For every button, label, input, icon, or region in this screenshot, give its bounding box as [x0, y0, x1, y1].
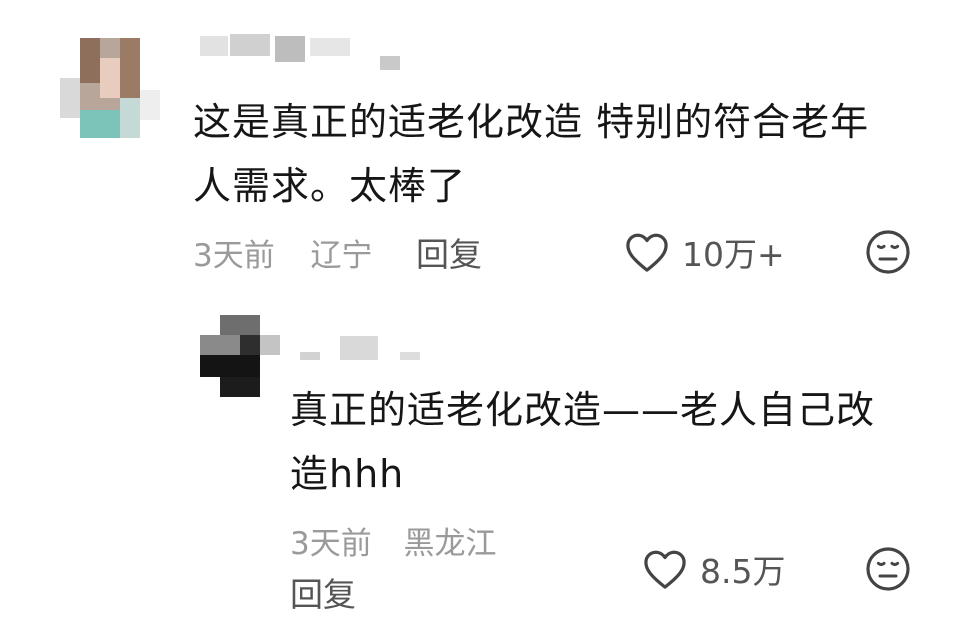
comment-text: 真正的适老化改造——老人自己改 造hhh: [290, 378, 930, 506]
like-count: 10万+: [682, 235, 785, 274]
comment-time: 3天前: [193, 238, 275, 274]
heart-outline-icon: [626, 233, 668, 272]
like-button[interactable]: 10万+: [624, 228, 785, 276]
reply-button[interactable]: 回复: [416, 228, 482, 276]
like-count: 8.5万: [700, 552, 786, 591]
comment-text-line: 真正的适老化改造——老人自己改: [290, 388, 876, 432]
comment-meta: 3天前 辽宁: [193, 230, 372, 275]
comment-location: 辽宁: [310, 238, 373, 274]
like-button[interactable]: 8.5万: [642, 545, 785, 593]
comment-text-line: 人需求。太棒了: [193, 164, 467, 208]
comment-meta: 3天前 黑龙江: [290, 518, 496, 563]
comment-time: 3天前: [290, 526, 372, 562]
comment-text-line: 这是真正的适老化改造 特别的符合老年: [193, 100, 870, 144]
heart-outline-icon: [644, 550, 686, 589]
comment-text: 这是真正的适老化改造 特别的符合老年 人需求。太棒了: [193, 90, 933, 218]
username[interactable]: [300, 336, 430, 366]
avatar[interactable]: [200, 315, 280, 397]
reply-button[interactable]: 回复: [290, 568, 356, 616]
meh-face-icon[interactable]: [864, 228, 912, 276]
avatar[interactable]: [60, 30, 160, 138]
comment-location: 黑龙江: [403, 526, 497, 562]
username[interactable]: [200, 34, 420, 74]
comment-text-line: 造hhh: [290, 452, 405, 496]
meh-face-icon[interactable]: [864, 545, 912, 593]
